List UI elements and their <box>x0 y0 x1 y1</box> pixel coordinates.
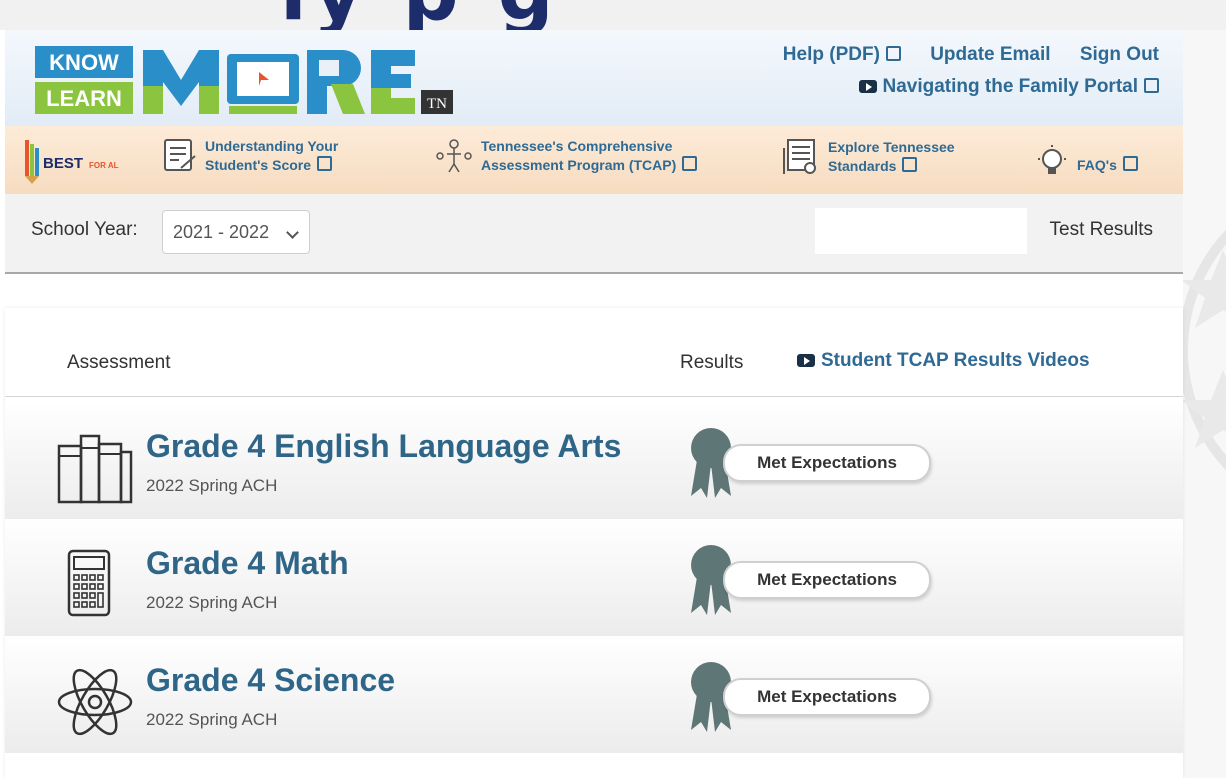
test-results-label: Test Results <box>1049 219 1153 240</box>
lightbulb-icon <box>1038 145 1066 174</box>
header-links: Help (PDF) Update Email Sign Out Navigat… <box>735 44 1159 98</box>
best-for-all-logo: BEST FOR ALL <box>25 140 119 184</box>
assessment-term: 2022 Spring ACH <box>146 476 278 495</box>
family-people-icon <box>436 139 472 173</box>
chevron-down-icon <box>286 226 299 239</box>
banner-text: ly p g <box>280 0 560 30</box>
external-link-icon <box>885 46 901 61</box>
assessment-term: 2022 Spring ACH <box>146 593 278 612</box>
nav-tcap[interactable]: Tennessee's Comprehensive Assessment Prog… <box>435 138 698 174</box>
results-column-header: Results <box>680 352 744 373</box>
best-for-all-link[interactable]: BEST FOR ALL <box>17 136 127 186</box>
nav-explore-standards[interactable]: Explore Tennessee Standards <box>780 138 955 176</box>
results-table-header: Assessment Results Student TCAP Results … <box>5 308 1183 397</box>
standards-document-icon <box>783 139 816 174</box>
result-badge[interactable]: Met Expectations <box>723 678 931 716</box>
update-email-link[interactable]: Update Email <box>930 44 1050 65</box>
svg-text:KNOW: KNOW <box>49 50 119 75</box>
portal-video-link[interactable]: Navigating the Family Portal <box>735 76 1159 98</box>
svg-text:FOR ALL: FOR ALL <box>89 161 119 170</box>
external-link-icon <box>1122 155 1138 171</box>
external-link-icon <box>682 156 698 171</box>
assessment-column-header: Assessment <box>67 352 171 373</box>
external-link-icon <box>317 156 333 171</box>
sign-out-link[interactable]: Sign Out <box>1080 44 1159 65</box>
top-banner-strip: ly p g <box>0 0 1226 30</box>
family-portal-frame: KNOW LEARN TN Help (PDF) Update Email Si… <box>5 30 1183 778</box>
resource-nav-bar: BEST FOR ALL Understanding YourStudent's… <box>5 126 1183 194</box>
external-link-icon <box>1144 78 1159 93</box>
svg-text:BEST: BEST <box>43 155 83 172</box>
blank-field <box>815 208 1027 254</box>
school-year-bar: School Year: 2021 - 2022 Test Results <box>5 194 1183 274</box>
school-year-label: School Year: <box>31 219 138 240</box>
svg-text:TN: TN <box>427 96 447 112</box>
help-pdf-link[interactable]: Help (PDF) <box>759 44 901 65</box>
assessment-row: Grade 4 English Language Arts 2022 Sprin… <box>5 402 1183 519</box>
right-background <box>1183 30 1226 778</box>
nav-faqs[interactable]: FAQ's <box>1035 144 1138 180</box>
video-play-icon <box>858 80 877 93</box>
result-badge[interactable]: Met Expectations <box>723 561 931 599</box>
result-badge[interactable]: Met Expectations <box>723 444 931 482</box>
score-report-icon <box>164 139 196 171</box>
svg-text:LEARN: LEARN <box>46 86 122 111</box>
assessment-row: Grade 4 Math 2022 Spring ACH Met Expecta… <box>5 519 1183 636</box>
assessment-term: 2022 Spring ACH <box>146 710 278 729</box>
calculator-icon <box>67 549 111 617</box>
books-icon <box>57 434 133 504</box>
assessment-title[interactable]: Grade 4 English Language Arts <box>146 428 621 465</box>
school-year-select[interactable]: 2021 - 2022 <box>162 210 310 254</box>
atom-icon <box>57 668 133 736</box>
assessment-title[interactable]: Grade 4 Math <box>146 545 349 582</box>
tcap-results-videos-link[interactable]: Student TCAP Results Videos <box>797 350 1090 372</box>
portal-header: KNOW LEARN TN Help (PDF) Update Email Si… <box>5 30 1183 126</box>
assessment-row: Grade 4 Science 2022 Spring ACH Met Expe… <box>5 636 1183 753</box>
video-play-icon <box>797 354 815 367</box>
nav-understanding-score[interactable]: Understanding Your Student's Score <box>163 138 338 174</box>
assessment-results-card: Assessment Results Student TCAP Results … <box>5 308 1183 778</box>
know-learn-more-logo[interactable]: KNOW LEARN TN <box>35 46 455 116</box>
assessment-title[interactable]: Grade 4 Science <box>146 662 395 699</box>
external-link-icon <box>902 157 918 172</box>
tn-seal-watermark <box>1183 229 1226 471</box>
